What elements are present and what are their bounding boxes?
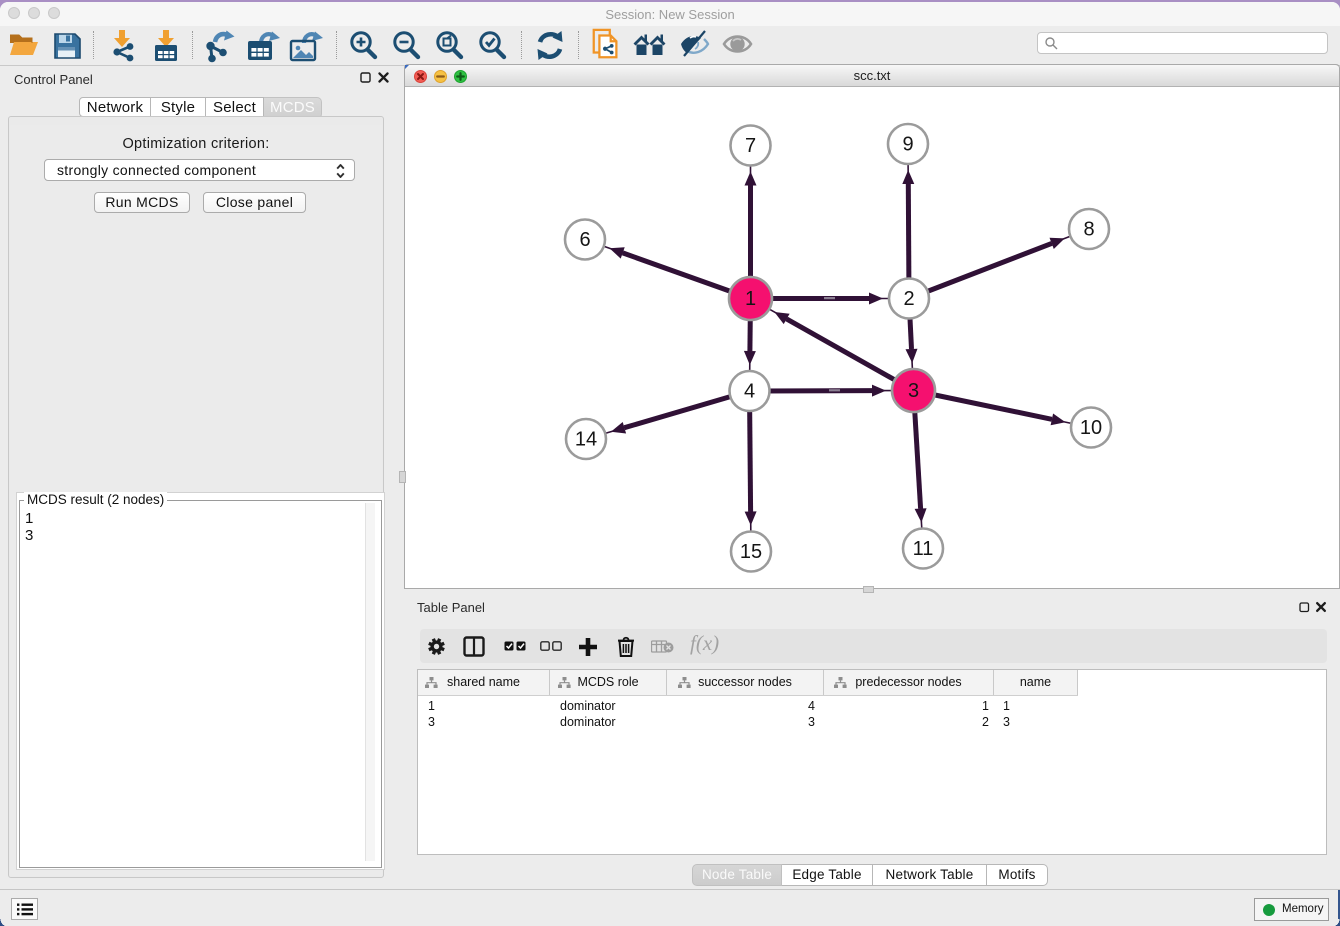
svg-text:6: 6 [579,229,590,251]
svg-text:3: 3 [908,380,919,402]
svg-text:10: 10 [1080,417,1102,439]
svg-text:9: 9 [902,134,913,156]
svg-text:11: 11 [913,538,934,560]
svg-text:4: 4 [744,381,755,403]
svg-text:7: 7 [745,135,756,157]
svg-text:15: 15 [740,541,762,563]
svg-text:14: 14 [575,429,597,451]
svg-text:2: 2 [903,288,914,310]
svg-text:1: 1 [745,288,756,310]
svg-text:8: 8 [1083,219,1094,241]
